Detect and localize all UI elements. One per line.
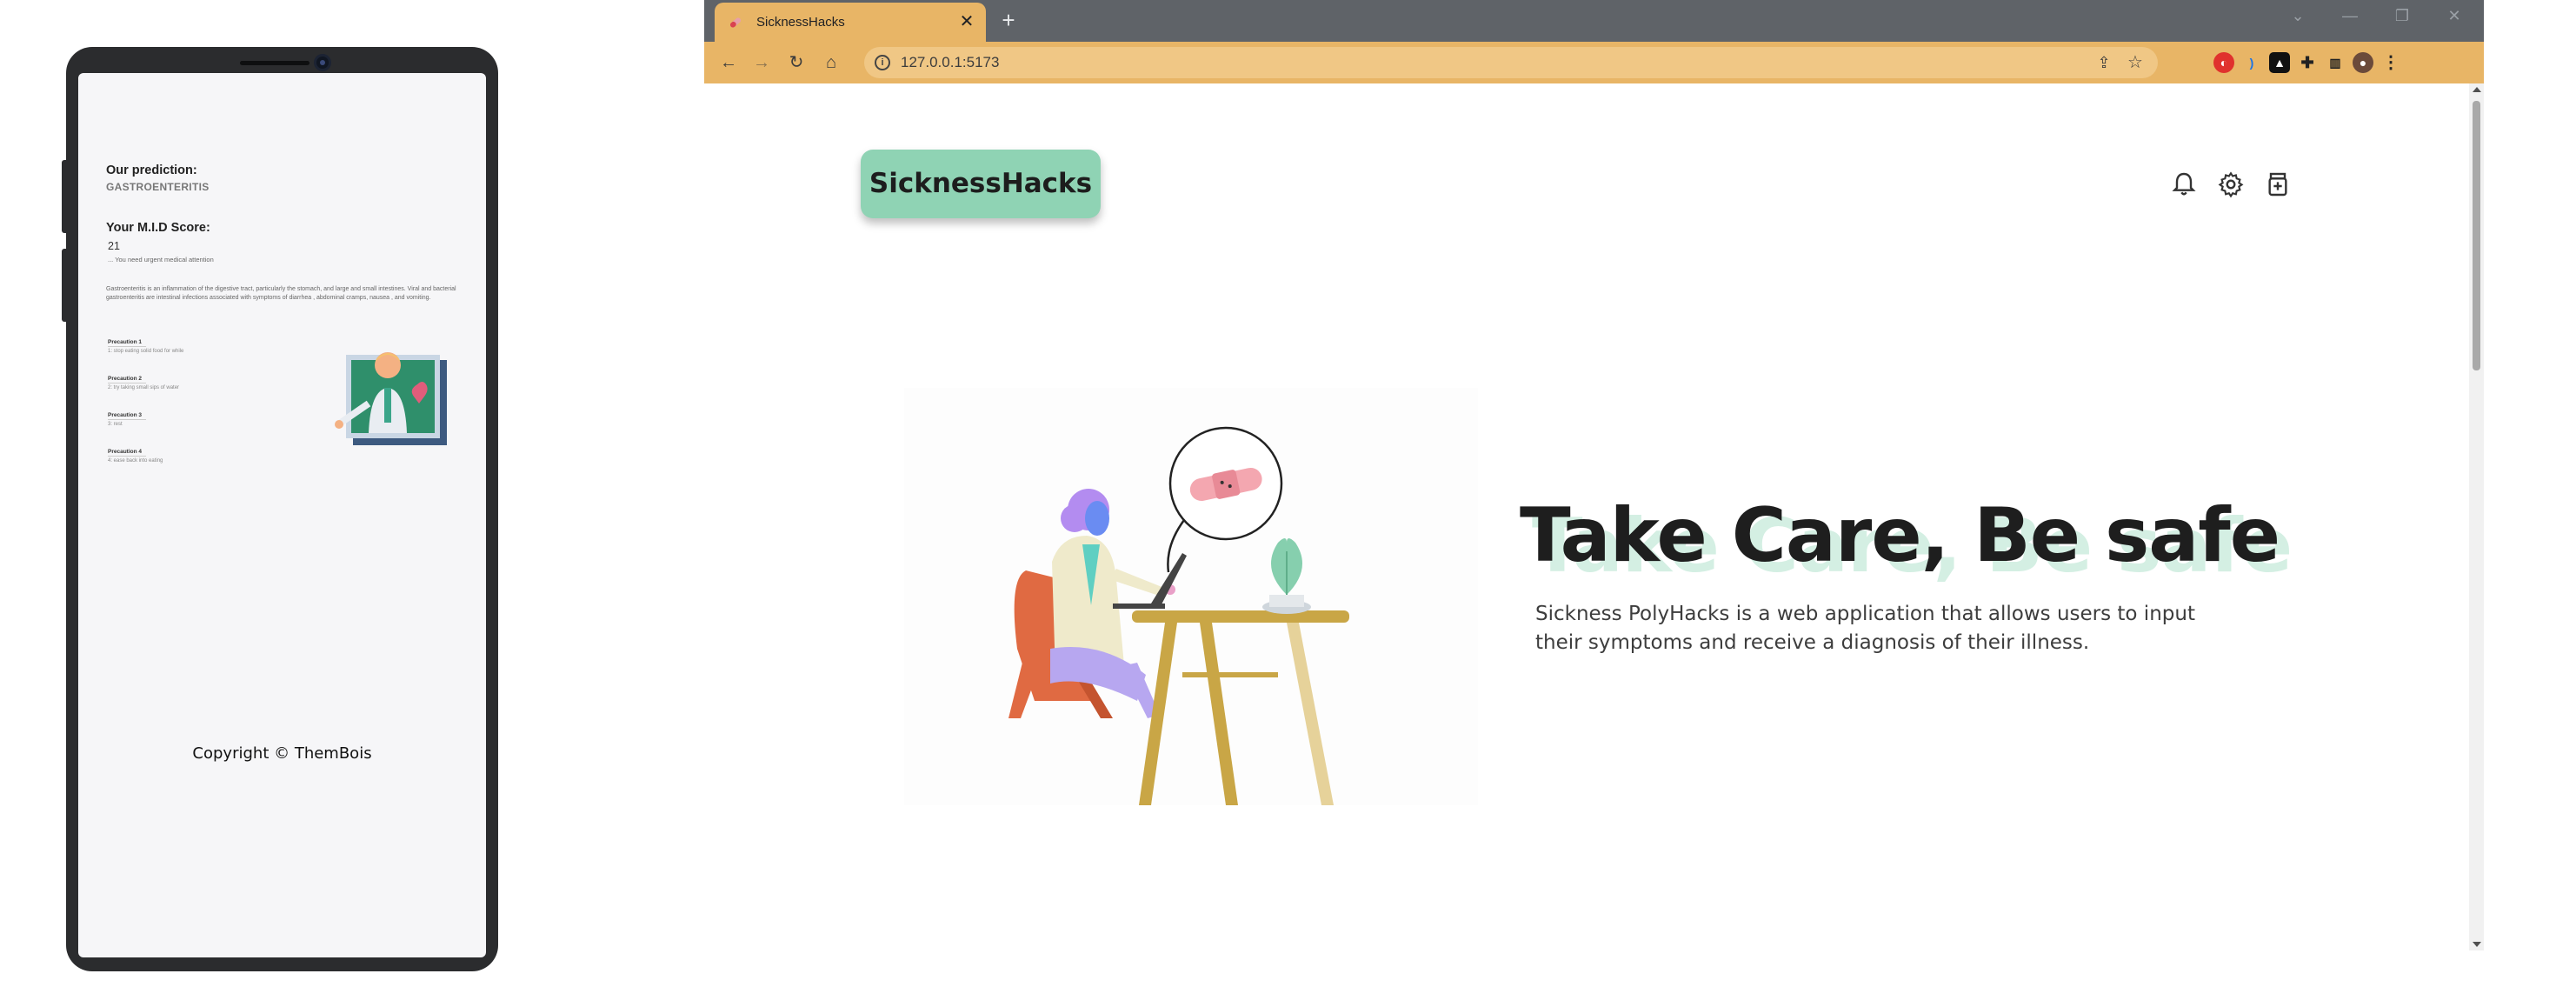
restore-icon[interactable]: ❐ xyxy=(2389,7,2415,25)
precaution-title: Precaution 1 xyxy=(108,339,146,347)
phone-speaker xyxy=(240,61,310,65)
hero-illustration xyxy=(904,388,1478,805)
tab-strip: SicknessHacks ✕ + ⌄ — ❐ ✕ xyxy=(704,0,2484,42)
profile-avatar[interactable]: ● xyxy=(2353,52,2373,73)
hero-description: Sickness PolyHacks is a web application … xyxy=(1535,603,2195,654)
address-url: 127.0.0.1:5173 xyxy=(901,54,1000,70)
precaution-item: Precaution 2 2: try taking small sips of… xyxy=(108,376,221,390)
logo-button[interactable]: SicknessHacks xyxy=(861,150,1101,218)
copyright-text: Copyright © ThemBois xyxy=(192,744,372,763)
precaution-title: Precaution 4 xyxy=(108,449,146,457)
score-label: Your M.I.D Score: xyxy=(106,221,210,235)
tab-title: SicknessHacks xyxy=(756,15,845,30)
puzzle-extensions-icon[interactable]: ✚ xyxy=(2297,52,2318,73)
menu-kebab-icon[interactable]: ⋮ xyxy=(2380,52,2401,73)
site-info-icon[interactable]: i xyxy=(875,55,890,70)
phone-camera xyxy=(314,54,331,71)
precaution-value: 2: try taking small sips of water xyxy=(108,385,180,390)
precaution-value: 1: stop eating solid food for while xyxy=(108,349,184,354)
phone-mockup: Our prediction: GASTROENTERITIS Your M.I… xyxy=(62,47,498,971)
precaution-value: 3: rest xyxy=(108,422,123,427)
disease-description: Gastroenteritis is an inflammation of th… xyxy=(106,286,456,301)
reload-icon[interactable]: ↻ xyxy=(784,50,809,75)
tab-sicknesshacks[interactable]: SicknessHacks ✕ xyxy=(715,3,986,42)
prediction-label: Our prediction: xyxy=(106,163,197,177)
browser-toolbar: ← → ↻ ⌂ i 127.0.0.1:5173 ⇪ ☆ ◐ ) ▲ ✚ ▥ ●… xyxy=(704,42,2484,83)
precaution-value: 4: ease back into eating xyxy=(108,458,163,463)
address-bar[interactable]: i 127.0.0.1:5173 ⇪ ☆ xyxy=(864,47,2158,78)
phone-screen: Our prediction: GASTROENTERITIS Your M.I… xyxy=(78,73,486,957)
precaution-title: Precaution 3 xyxy=(108,412,146,420)
phone-side-button xyxy=(62,160,68,233)
share-icon[interactable]: ⇪ xyxy=(2092,50,2116,75)
phone-side-button xyxy=(62,249,68,322)
score-note: ... You need urgent medical attention xyxy=(108,256,214,263)
precaution-item: Precaution 4 4: ease back into eating xyxy=(108,449,221,463)
precaution-title: Precaution 2 xyxy=(108,376,146,383)
prediction-value: GASTROENTERITIS xyxy=(106,181,210,193)
scroll-up-arrow-icon[interactable] xyxy=(2473,87,2481,92)
forward-icon[interactable]: → xyxy=(749,50,774,75)
precaution-item: Precaution 1 1: stop eating solid food f… xyxy=(108,339,221,354)
audio-extension-icon[interactable]: ) xyxy=(2241,52,2262,73)
browser-window: SicknessHacks ✕ + ⌄ — ❐ ✕ ← → ↻ ⌂ i 127.… xyxy=(704,0,2484,950)
tab-close-icon[interactable]: ✕ xyxy=(956,11,977,32)
tab-search-icon[interactable]: ⌄ xyxy=(2285,7,2311,25)
medicine-bottle-icon[interactable] xyxy=(2264,170,2292,198)
window-close-icon[interactable]: ✕ xyxy=(2441,7,2467,25)
pill-favicon-icon xyxy=(729,17,742,28)
bell-icon[interactable] xyxy=(2170,170,2198,198)
score-value: 21 xyxy=(108,240,120,252)
back-icon[interactable]: ← xyxy=(716,50,741,75)
doctor-illustration xyxy=(335,352,447,445)
precaution-item: Precaution 3 3: rest xyxy=(108,412,221,427)
side-panel-icon[interactable]: ▥ xyxy=(2325,52,2346,73)
new-tab-icon[interactable]: + xyxy=(996,9,1021,33)
scrollbar-thumb[interactable] xyxy=(2473,101,2480,370)
extension-icon[interactable]: ▲ xyxy=(2269,52,2290,73)
adblock-extension-icon[interactable]: ◐ xyxy=(2213,52,2234,73)
bookmark-star-icon[interactable]: ☆ xyxy=(2123,50,2147,75)
minimize-icon[interactable]: — xyxy=(2337,7,2363,25)
hero-title: Take Care, Be safe xyxy=(1520,492,2280,579)
scroll-down-arrow-icon[interactable] xyxy=(2473,942,2481,947)
page-viewport: SicknessHacks Take Care, Be safe Sicknes… xyxy=(704,83,2469,950)
gear-icon[interactable] xyxy=(2217,170,2245,198)
vertical-scrollbar[interactable] xyxy=(2469,83,2484,950)
home-icon[interactable]: ⌂ xyxy=(819,50,843,75)
